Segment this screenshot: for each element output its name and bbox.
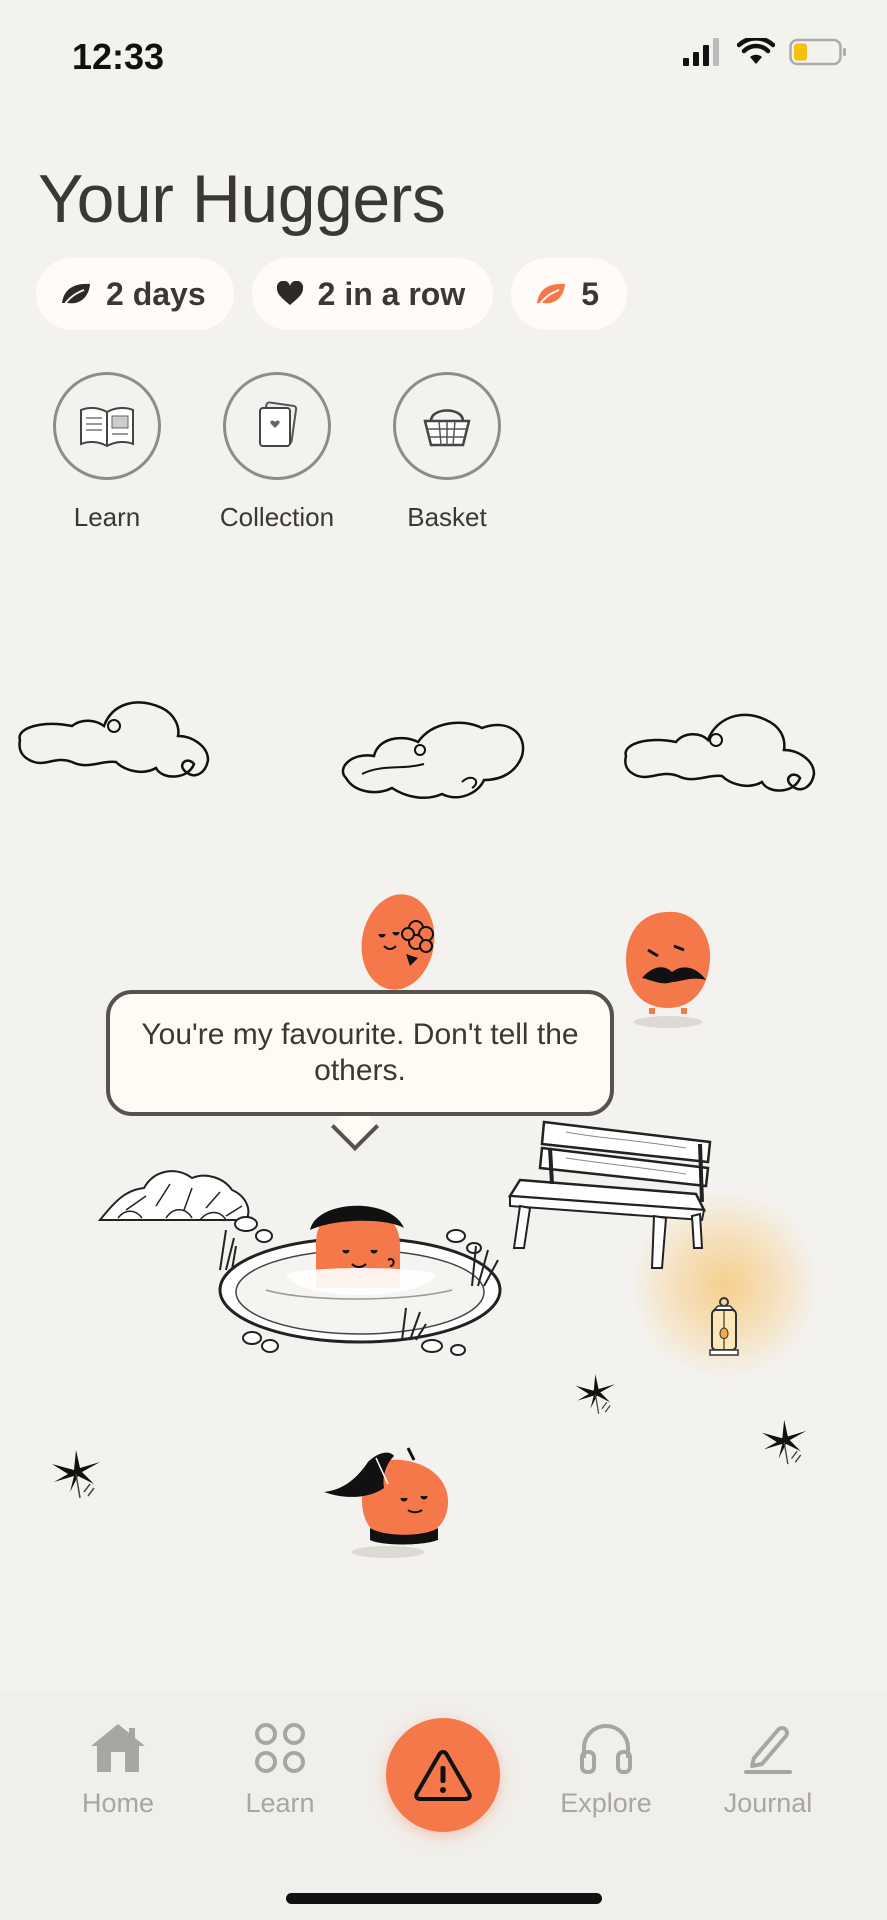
learn-action-button[interactable]: Learn [28,372,186,533]
learn-action-label: Learn [73,502,141,532]
cloud-left-icon [18,701,210,778]
stats-chips: 2 days 2 in a row 5 [36,258,628,330]
battery-icon [789,38,846,66]
speech-bubble: You're my favourite. Don't tell the othe… [106,990,614,1116]
status-bar: 12:33 [0,0,887,110]
tab-journal[interactable]: Journal [703,1722,833,1819]
streak-days-chip: 2 days [36,258,234,330]
hugger-with-flowers-icon[interactable] [350,888,450,998]
pencil-icon [744,1726,792,1774]
tab-learn[interactable]: Learn [215,1722,345,1819]
collection-action-circle[interactable] [223,372,331,480]
plant-right-icon [762,1419,807,1465]
learn-action-circle[interactable] [53,372,161,480]
tab-home[interactable]: Home [53,1722,183,1819]
tab-explore-label: Explore [560,1788,652,1818]
collection-action-label: Collection [219,502,335,532]
speech-bubble-text: You're my favourite. Don't tell the othe… [141,1018,579,1087]
tab-home-label: Home [81,1788,155,1818]
grid-icon [255,1723,305,1773]
hugger-scene: You're my favourite. Don't tell the othe… [0,0,887,1690]
sos-alert-button[interactable] [386,1718,500,1832]
heart-icon [276,281,303,305]
hugs-in-a-row-chip: 2 in a row [251,258,494,330]
leaves-count-label: 5 [581,275,600,312]
basket-action-circle[interactable] [393,372,501,480]
bench-icon [507,1120,712,1269]
page-title: Your Huggers [38,161,446,237]
streak-days-label: 2 days [106,275,206,312]
basket-icon [423,409,471,447]
cards-icon [259,401,298,447]
leaves-count-chip: 5 [511,258,628,330]
status-time: 12:33 [72,36,165,77]
plant-left-icon [52,1450,100,1499]
orange-leaf-icon [537,283,566,306]
hugs-in-a-row-label: 2 in a row [317,275,466,312]
plant-center-icon [575,1374,616,1414]
cellular-signal-icon [683,38,719,66]
tab-explore[interactable]: Explore [541,1722,671,1819]
home-icon [91,1724,145,1772]
alert-icon [414,1750,472,1801]
quick-actions: Learn Collection Basket [28,372,526,533]
book-icon [80,406,134,448]
home-indicator [286,1893,602,1904]
cloud-center-icon [341,721,525,799]
basket-action-label: Basket [407,502,487,532]
status-icons [683,38,847,66]
headphones-icon [580,1724,632,1774]
tab-bar: Home Learn Explore Journal [0,1690,887,1920]
cloud-right-icon [624,713,816,792]
hugger-witch-icon[interactable] [322,1440,454,1560]
leaf-icon [62,283,90,306]
collection-action-button[interactable]: Collection [198,372,356,533]
hugger-mustache-icon[interactable] [612,900,722,1030]
wifi-icon [737,38,775,64]
tab-journal-label: Journal [723,1788,813,1818]
tab-learn-label: Learn [245,1788,315,1818]
lantern-icon [709,1297,739,1356]
basket-action-button[interactable]: Basket [368,372,526,533]
pond-icon [218,1205,502,1356]
